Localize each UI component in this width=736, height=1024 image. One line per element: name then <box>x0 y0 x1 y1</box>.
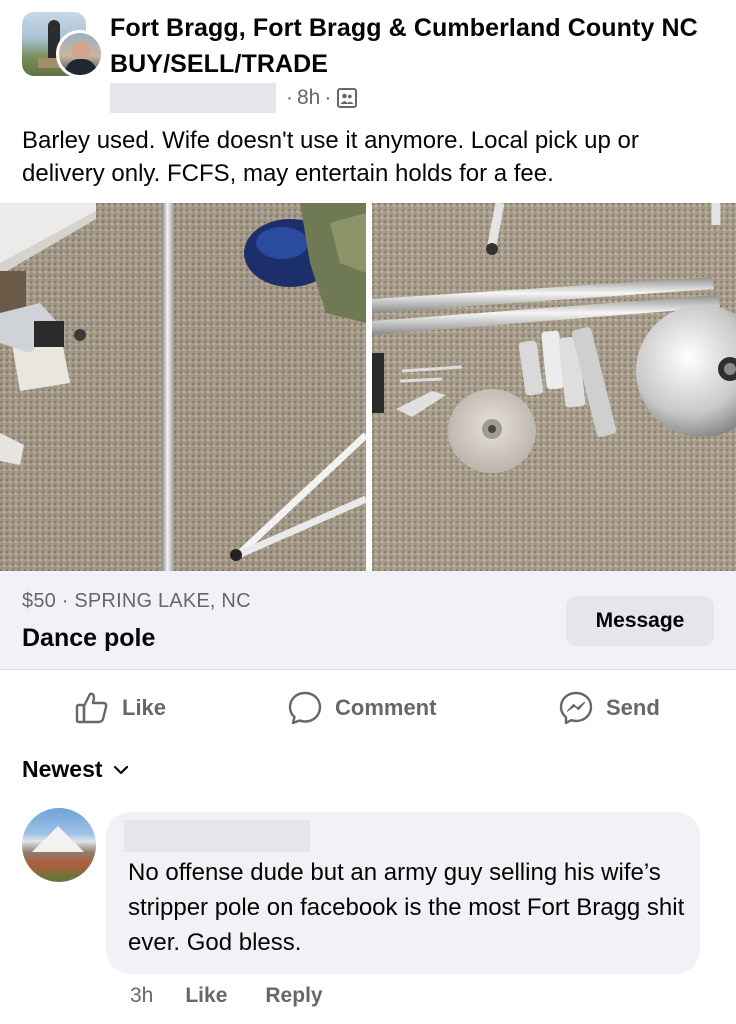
post-time[interactable]: 8h <box>297 86 320 110</box>
poster-name-redacted[interactable] <box>110 83 276 113</box>
chevron-down-icon <box>113 765 128 774</box>
comment-like-button[interactable]: Like <box>185 984 227 1008</box>
messenger-icon <box>559 691 593 725</box>
message-button[interactable]: Message <box>566 596 714 646</box>
comment-reply-button[interactable]: Reply <box>265 984 322 1008</box>
meta-separator: · <box>286 86 293 109</box>
divider <box>0 669 736 670</box>
send-button[interactable]: Send <box>558 688 660 728</box>
group-members-icon <box>337 88 358 108</box>
listing-photo-1[interactable] <box>0 203 366 571</box>
post-meta: · 8h · <box>110 83 358 113</box>
listing-photo-2[interactable] <box>372 203 736 571</box>
comment-button[interactable]: Comment <box>287 688 436 728</box>
comment-label: Comment <box>335 695 437 720</box>
thumbs-up-icon <box>75 692 108 724</box>
send-label: Send <box>606 695 660 720</box>
commenter-name-redacted[interactable] <box>124 820 310 852</box>
sort-label: Newest <box>22 756 103 782</box>
comment-sort-dropdown[interactable]: Newest <box>22 756 129 783</box>
comment-text: No offense dude but an army guy selling … <box>128 859 685 956</box>
meta-separator-2: · <box>324 86 332 109</box>
like-button[interactable]: Like <box>74 688 166 728</box>
listing-price-location: $50 · SPRING LAKE, NC <box>22 590 251 612</box>
group-name[interactable]: Fort Bragg, Fort Bragg & Cumberland Coun… <box>110 10 720 82</box>
like-label: Like <box>122 695 167 720</box>
listing-title[interactable]: Dance pole <box>22 624 155 653</box>
group-avatar[interactable] <box>22 12 104 78</box>
poster-avatar <box>56 30 104 78</box>
speech-bubble-icon <box>288 691 322 725</box>
commenter-avatar[interactable] <box>22 808 96 882</box>
post-text: Barley used. Wife doesn't use it anymore… <box>22 127 639 187</box>
comment-time[interactable]: 3h <box>130 984 153 1008</box>
comment-meta: 3h Like Reply <box>130 984 361 1008</box>
